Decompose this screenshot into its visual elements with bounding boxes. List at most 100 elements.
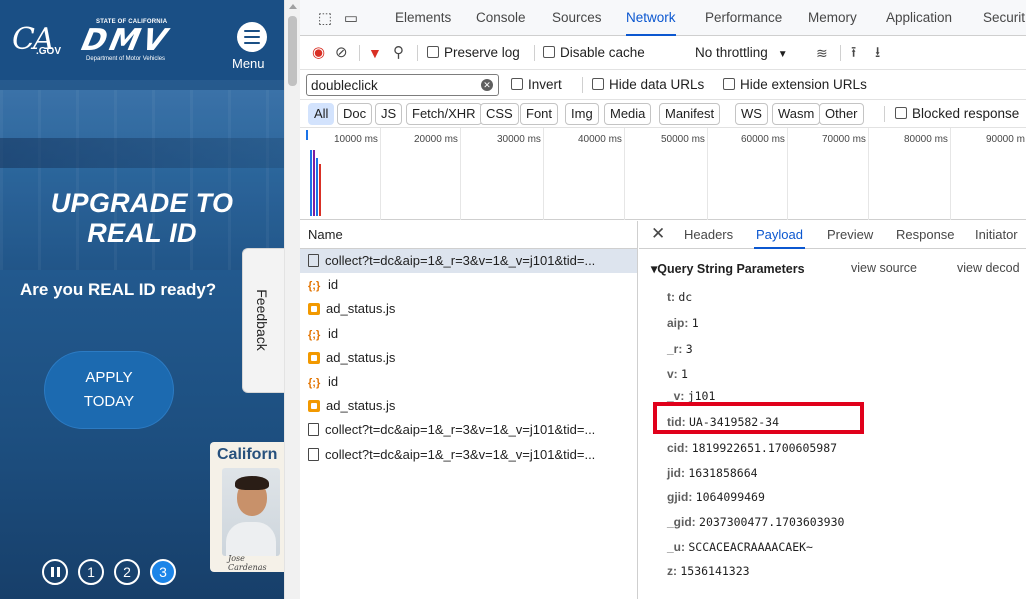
- view-source-link[interactable]: view source: [851, 261, 917, 275]
- timeline-bar: [319, 164, 321, 216]
- network-overview-timeline[interactable]: 10000 ms 20000 ms 30000 ms 40000 ms 5000…: [300, 128, 1026, 220]
- tab-network[interactable]: Network: [626, 0, 676, 36]
- request-row[interactable]: ad_status.js: [300, 297, 637, 321]
- timeline-tick: [707, 128, 708, 220]
- tab-security[interactable]: Securit: [983, 0, 1025, 36]
- timeline-tick-label: 10000 ms: [334, 134, 378, 145]
- timeline-tick: [460, 128, 461, 220]
- type-filter-doc[interactable]: Doc: [337, 103, 373, 125]
- query-string-section-header[interactable]: ▾Query String Parameters: [651, 261, 805, 276]
- upload-icon[interactable]: ⭱: [851, 36, 856, 70]
- site-header: CA .GOV STATE OF CALIFORNIA DMV Departme…: [0, 0, 284, 80]
- document-icon: [308, 254, 319, 267]
- license-card-title: Californ: [217, 446, 278, 463]
- type-filter-img[interactable]: Img: [565, 103, 599, 125]
- apply-today-button[interactable]: APPLY TODAY: [44, 351, 174, 429]
- view-decoded-link[interactable]: view decod: [957, 261, 1020, 275]
- script-icon: [308, 400, 320, 413]
- request-row[interactable]: ad_status.js: [300, 346, 637, 370]
- carousel-dot-1[interactable]: 1: [78, 559, 104, 585]
- network-conditions-icon[interactable]: ≋: [816, 36, 828, 70]
- close-icon[interactable]: ✕: [651, 224, 665, 244]
- request-row[interactable]: ad_status.js: [300, 394, 637, 418]
- tab-application[interactable]: Application: [886, 0, 952, 36]
- invert-checkbox[interactable]: Invert: [511, 68, 562, 102]
- query-param: v: 1: [667, 367, 688, 381]
- tab-preview[interactable]: Preview: [827, 221, 873, 249]
- request-row[interactable]: collect?t=dc&aip=1&_r=3&v=1&_v=j101&tid=…: [300, 249, 637, 274]
- timeline-tick: [380, 128, 381, 220]
- timeline-tick: [787, 128, 788, 220]
- type-filter-ws[interactable]: WS: [735, 103, 768, 125]
- timeline-tick-label: 50000 ms: [661, 134, 705, 145]
- clear-icon[interactable]: ⊘: [335, 36, 348, 70]
- tab-headers[interactable]: Headers: [684, 221, 733, 249]
- type-filter-media[interactable]: Media: [604, 103, 652, 125]
- disable-cache-checkbox[interactable]: Disable cache: [543, 36, 645, 70]
- type-filter-font[interactable]: Font: [520, 103, 559, 125]
- dmv-dept-label: Department of Motor Vehicles: [86, 56, 166, 62]
- carousel-dot-2[interactable]: 2: [114, 559, 140, 585]
- scrollbar-thumb[interactable]: [288, 16, 297, 86]
- carousel-dot-3[interactable]: 3: [150, 559, 176, 585]
- filter-icon[interactable]: ▼: [368, 36, 382, 70]
- tab-sources[interactable]: Sources: [552, 0, 602, 36]
- type-filter-manifest[interactable]: Manifest: [659, 103, 721, 125]
- throttling-select[interactable]: No throttling ▼: [695, 36, 788, 70]
- ca-gov-logo-sub: .GOV: [36, 46, 62, 57]
- tab-initiator[interactable]: Initiator: [975, 221, 1018, 249]
- type-filter-all[interactable]: All: [308, 103, 335, 125]
- site-scrollbar[interactable]: [284, 0, 300, 599]
- chevron-down-icon: ▼: [777, 49, 788, 60]
- type-filter-css[interactable]: CSS: [480, 103, 519, 125]
- hide-data-urls-checkbox[interactable]: Hide data URLs: [592, 68, 704, 102]
- devtools-panel: ⬚ ▭ Elements Console Sources Network Per…: [300, 0, 1026, 599]
- feedback-label[interactable]: Feedback: [254, 289, 270, 350]
- tab-response[interactable]: Response: [896, 221, 955, 249]
- timeline-tick-label: 80000 ms: [904, 134, 948, 145]
- inspect-element-icon[interactable]: ⬚: [316, 9, 334, 27]
- search-icon[interactable]: ⚲: [393, 36, 404, 70]
- invert-label: Invert: [528, 77, 562, 92]
- query-param: _v: j101: [667, 389, 716, 403]
- record-icon[interactable]: ◉: [312, 36, 325, 70]
- apply-button-line2: TODAY: [83, 393, 135, 410]
- device-toolbar-icon[interactable]: ▭: [342, 9, 360, 27]
- clear-filter-icon[interactable]: ✕: [481, 79, 493, 91]
- preserve-log-checkbox[interactable]: Preserve log: [427, 36, 520, 70]
- license-card-image: Californ Jose Cardenas: [210, 442, 284, 572]
- blocked-response-checkbox[interactable]: Blocked response: [895, 97, 1019, 131]
- timeline-tick: [868, 128, 869, 220]
- filter-input[interactable]: [306, 74, 499, 96]
- type-filter-other[interactable]: Other: [819, 103, 864, 125]
- pause-icon[interactable]: [42, 559, 68, 585]
- scroll-up-icon[interactable]: [289, 4, 297, 9]
- timeline-tick-label: 40000 ms: [578, 134, 622, 145]
- timeline-bar: [313, 150, 315, 216]
- tab-memory[interactable]: Memory: [808, 0, 857, 36]
- detail-tab-bar: ✕ Headers Payload Preview Response Initi…: [639, 221, 1026, 249]
- type-filter-fetch-xhr[interactable]: Fetch/XHR: [406, 103, 482, 125]
- hamburger-menu-icon[interactable]: [237, 22, 267, 52]
- column-header-name[interactable]: Name: [300, 221, 637, 249]
- hide-data-urls-label: Hide data URLs: [609, 77, 705, 92]
- request-row[interactable]: collect?t=dc&aip=1&_r=3&v=1&_v=j101&tid=…: [300, 443, 637, 467]
- tab-performance[interactable]: Performance: [705, 0, 782, 36]
- tab-elements[interactable]: Elements: [395, 0, 451, 36]
- timeline-tick-label: 60000 ms: [741, 134, 785, 145]
- type-filter-wasm[interactable]: Wasm: [772, 103, 821, 125]
- request-row[interactable]: collect?t=dc&aip=1&_r=3&v=1&_v=j101&tid=…: [300, 418, 637, 442]
- menu-label[interactable]: Menu: [232, 56, 265, 71]
- timeline-bar: [316, 158, 318, 216]
- request-row[interactable]: {;} id: [300, 273, 637, 297]
- request-row[interactable]: {;} id: [300, 370, 637, 394]
- json-icon: {;}: [308, 280, 321, 293]
- tab-console[interactable]: Console: [476, 0, 526, 36]
- resource-type-filters: All Doc JS Fetch/XHR CSS Font Img Media …: [300, 100, 1026, 128]
- request-row[interactable]: {;} id: [300, 322, 637, 346]
- query-param: z: 1536141323: [667, 564, 750, 578]
- hide-extension-urls-checkbox[interactable]: Hide extension URLs: [723, 68, 867, 102]
- tab-payload[interactable]: Payload: [754, 221, 805, 249]
- download-icon[interactable]: ⭳: [875, 36, 880, 70]
- type-filter-js[interactable]: JS: [375, 103, 403, 125]
